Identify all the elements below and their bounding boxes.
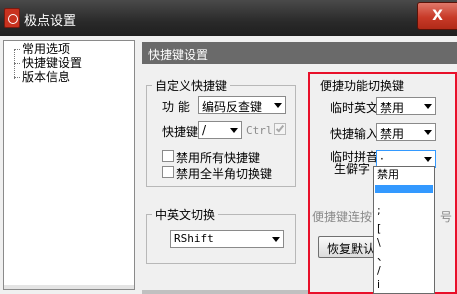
- chevron-down-icon: [424, 157, 432, 162]
- tree-connector: [14, 77, 20, 78]
- tree-connector: [14, 63, 20, 64]
- chevron-down-icon: [274, 103, 282, 108]
- hint-text-suffix: 号: [440, 210, 453, 224]
- function-label: 功 能: [162, 100, 190, 114]
- chevron-down-icon: [424, 104, 432, 109]
- disable-all-hotkeys-label[interactable]: 禁用所有快捷键: [176, 149, 260, 166]
- function-select[interactable]: 编码反查键: [198, 96, 286, 114]
- shengpizi-label: 生僻字: [334, 162, 371, 176]
- chevron-down-icon: [230, 128, 238, 133]
- dropdown-option[interactable]: [: [377, 223, 381, 235]
- app-logo-icon: [4, 8, 20, 28]
- quick-input-label: 快捷输入: [330, 127, 379, 141]
- chevron-down-icon: [424, 130, 432, 135]
- check-icon: [275, 123, 285, 133]
- temp-english-label: 临时英文: [330, 101, 379, 115]
- chevron-down-icon: [272, 237, 280, 242]
- panel-title: 快捷键设置: [142, 42, 457, 64]
- disable-fullhalf-checkbox[interactable]: [162, 166, 174, 178]
- temp-english-value: 禁用: [380, 101, 405, 115]
- quick-switch-title: 便捷功能切换键: [320, 79, 405, 93]
- dropdown-option[interactable]: i: [377, 279, 380, 291]
- function-select-value: 编码反查键: [202, 100, 263, 114]
- temp-pinyin-dropdown[interactable]: 禁用 ; [ \ 、 / i: [373, 166, 435, 294]
- hotkey-select-value: /: [202, 123, 207, 137]
- hotkey-select[interactable]: /: [198, 121, 242, 139]
- cn-en-switch-title: 中英文切换: [152, 206, 219, 223]
- quick-input-select[interactable]: 禁用: [376, 123, 436, 141]
- tree-connector: [14, 49, 20, 50]
- temp-english-select[interactable]: 禁用: [376, 97, 436, 115]
- selection-highlight: [375, 185, 433, 193]
- dropdown-option[interactable]: 、: [377, 251, 388, 263]
- tree-item-general[interactable]: 常用选项: [22, 43, 70, 56]
- cn-en-switch-value: RShift: [174, 232, 214, 245]
- dropdown-option[interactable]: /: [377, 265, 381, 277]
- hotkey-label: 快捷键: [162, 125, 199, 139]
- disable-all-hotkeys-checkbox[interactable]: [162, 150, 174, 162]
- tree-connector: [14, 49, 15, 79]
- settings-tree[interactable]: 常用选项 快捷键设置 版本信息: [3, 40, 135, 290]
- custom-hotkeys-title: 自定义快捷键: [152, 77, 231, 94]
- window-title: 极点设置: [24, 14, 77, 29]
- horizontal-scrollbar[interactable]: [4, 285, 134, 289]
- dropdown-option[interactable]: \: [377, 237, 381, 249]
- title-bar: 极点设置 X: [0, 0, 457, 36]
- ctrl-label: Ctrl: [246, 124, 273, 137]
- disable-fullhalf-label[interactable]: 禁用全半角切换键: [176, 165, 272, 182]
- ctrl-checkbox[interactable]: [274, 123, 286, 135]
- close-button[interactable]: X: [417, 2, 457, 30]
- quick-input-value: 禁用: [380, 127, 405, 141]
- tree-item-hotkeys[interactable]: 快捷键设置: [22, 57, 82, 70]
- dropdown-option[interactable]: 禁用: [377, 169, 399, 181]
- dropdown-option[interactable]: ;: [377, 205, 381, 217]
- temp-pinyin-value: ·: [380, 152, 384, 166]
- cn-en-switch-select[interactable]: RShift: [170, 230, 284, 248]
- bottom-edge: [142, 290, 308, 294]
- tree-item-version[interactable]: 版本信息: [22, 71, 70, 84]
